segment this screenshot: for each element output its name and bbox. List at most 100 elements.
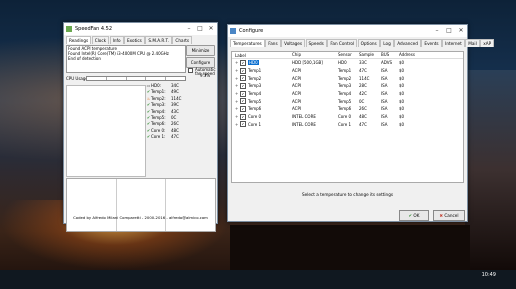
checkbox-box[interactable] <box>188 68 193 73</box>
row-address: $0 <box>399 121 405 127</box>
tab-exotics[interactable]: Exotics <box>124 36 145 44</box>
column-header[interactable]: Chip <box>292 52 338 58</box>
tab-xap[interactable]: xAP <box>480 39 495 47</box>
auto-fan-label: Automatic fan speed <box>195 67 216 76</box>
row-bus: ISA <box>381 68 388 74</box>
close-icon[interactable]: ✕ <box>205 23 217 35</box>
tab-info[interactable]: Info <box>109 36 124 44</box>
hint-text: Select a temperature to change its setti… <box>301 192 394 197</box>
row-label[interactable]: Temp6 <box>248 106 261 111</box>
column-header[interactable]: Sample <box>359 52 381 58</box>
row-address: $0 <box>399 106 405 112</box>
row-address: $0 <box>399 75 405 81</box>
row-bus: ISA <box>381 91 388 97</box>
column-header[interactable]: BUS <box>381 52 399 58</box>
tab-fans[interactable]: Fans <box>265 39 281 47</box>
minimize-icon[interactable]: – <box>431 25 443 37</box>
tab-smart[interactable]: S.M.A.R.T. <box>145 36 172 44</box>
row-chip: ACPI <box>292 98 302 104</box>
row-sensor: Temp4 <box>338 91 352 97</box>
detection-log[interactable]: Found ACPI temperature Found Intel(R) Co… <box>66 45 186 73</box>
table-row[interactable]: + ✔ Temp6 ACPI Temp6 26C ISA $0 <box>232 105 463 113</box>
row-checkbox[interactable]: ✔ <box>240 75 246 82</box>
row-label[interactable]: HD0 <box>248 60 259 66</box>
tab-clock[interactable]: Clock <box>91 36 110 44</box>
row-label[interactable]: Temp3 <box>248 83 261 88</box>
row-chip: HDD [500,1GB] <box>292 60 323 66</box>
row-sample: 28C <box>359 83 367 89</box>
row-address: $0 <box>399 68 405 74</box>
speedfan-titlebar[interactable]: SpeedFan 4.52 – □ ✕ <box>64 23 217 35</box>
row-address: $0 <box>399 98 405 104</box>
table-row[interactable]: + ✔ Temp3 ACPI Temp3 28C ISA $0 <box>232 82 463 90</box>
row-sensor: Temp6 <box>338 106 352 112</box>
row-address: $0 <box>399 114 405 120</box>
configure-titlebar[interactable]: Configure – □ ✕ <box>228 25 467 37</box>
row-checkbox[interactable]: ✔ <box>240 90 246 97</box>
row-checkbox[interactable]: ✔ <box>240 67 246 74</box>
speedfan-window: SpeedFan 4.52 – □ ✕ Readings Clock Info … <box>63 22 219 232</box>
row-checkbox[interactable]: ✔ <box>240 113 246 120</box>
row-label[interactable]: Temp5 <box>248 99 261 104</box>
cpu-usage-label: CPU Usage <box>66 76 88 81</box>
row-label[interactable]: Core 1 <box>248 122 261 127</box>
row-label[interactable]: Temp4 <box>248 91 261 96</box>
row-checkbox[interactable]: ✔ <box>240 59 246 66</box>
configure-app-icon <box>230 28 236 34</box>
maximize-icon[interactable]: □ <box>443 25 455 37</box>
table-row[interactable]: + ✔ Core 1 INTEL CORE Core 1 47C ISA $0 <box>232 121 463 129</box>
temperature-list: ▭ HD0: 34C ✔ Temp1: 49C ♨ Temp2: 114C ✔ Temp3: 3… <box>146 83 191 141</box>
row-address: $0 <box>399 60 405 66</box>
ok-button[interactable]: ✔ OK <box>399 210 429 221</box>
row-address: $0 <box>399 91 405 97</box>
minimize-button[interactable]: Minimize <box>186 45 215 56</box>
auto-fan-checkbox[interactable]: Automatic fan speed <box>188 68 219 76</box>
credits-footer: Coded by Alfredo Milani Comparetti - 200… <box>73 215 208 220</box>
table-row[interactable]: + ✔ Temp4 ACPI Temp4 42C ISA $0 <box>232 90 463 98</box>
table-row[interactable]: + ✔ Core 0 INTEL CORE Core 0 48C ISA $0 <box>232 113 463 121</box>
temperature-table[interactable]: Label Chip Sensor Sample BUS Address + ✔ H… <box>231 51 464 183</box>
tab-log[interactable]: Log <box>380 39 394 47</box>
row-chip: ACPI <box>292 106 302 112</box>
wallpaper-city <box>465 70 516 270</box>
cancel-button[interactable]: ✖ Cancel <box>433 210 465 221</box>
table-row[interactable]: + ✔ Temp5 ACPI Temp5 0C ISA $0 <box>232 97 463 105</box>
tab-internet[interactable]: Internet <box>442 39 465 47</box>
tab-charts[interactable]: Charts <box>172 36 193 44</box>
tab-events[interactable]: Events <box>421 39 442 47</box>
tab-readings[interactable]: Readings <box>66 36 92 44</box>
row-sample: 47C <box>359 121 367 127</box>
row-sensor: HD0 <box>338 60 347 66</box>
row-label[interactable]: Temp2 <box>248 76 261 81</box>
row-checkbox[interactable]: ✔ <box>240 98 246 105</box>
row-label[interactable]: Temp1 <box>248 68 261 73</box>
column-header[interactable]: Address <box>399 52 421 58</box>
tab-voltages[interactable]: Voltages <box>281 39 306 47</box>
tab-speeds[interactable]: Speeds <box>305 39 327 47</box>
row-checkbox[interactable]: ✔ <box>240 121 246 128</box>
table-row[interactable]: + ✔ Temp2 ACPI Temp2 114C ISA $0 <box>232 74 463 82</box>
table-row[interactable]: + ✔ Temp1 ACPI Temp1 47C ISA $0 <box>232 67 463 75</box>
tab-options[interactable]: Options <box>357 39 380 47</box>
tab-mail[interactable]: Mail <box>465 39 480 47</box>
row-chip: ACPI <box>292 75 302 81</box>
tab-temperatures[interactable]: Temperatures <box>230 39 265 47</box>
table-header: Label Chip Sensor Sample BUS Address <box>232 52 463 59</box>
fan-panel <box>66 85 146 177</box>
close-icon[interactable]: ✕ <box>455 25 467 37</box>
tab-fan-control[interactable]: Fan Control <box>327 39 358 47</box>
ok-label: OK <box>413 213 420 218</box>
column-header[interactable]: Sensor <box>338 52 359 58</box>
table-row[interactable]: + ✔ HD0 HDD [500,1GB] HD0 33C ADVS $0 <box>232 59 463 67</box>
cancel-label: Cancel <box>444 213 459 218</box>
taskbar-clock[interactable]: 10:49 <box>482 272 496 278</box>
check-icon: ✔ <box>408 213 413 218</box>
tab-advanced[interactable]: Advanced <box>394 39 421 47</box>
row-sample: 114C <box>359 75 370 81</box>
row-sample: 47C <box>359 68 367 74</box>
row-checkbox[interactable]: ✔ <box>240 82 246 89</box>
row-label[interactable]: Core 0 <box>248 114 261 119</box>
column-header[interactable]: Label <box>235 52 292 58</box>
row-checkbox[interactable]: ✔ <box>240 105 246 112</box>
row-address: $0 <box>399 83 405 89</box>
